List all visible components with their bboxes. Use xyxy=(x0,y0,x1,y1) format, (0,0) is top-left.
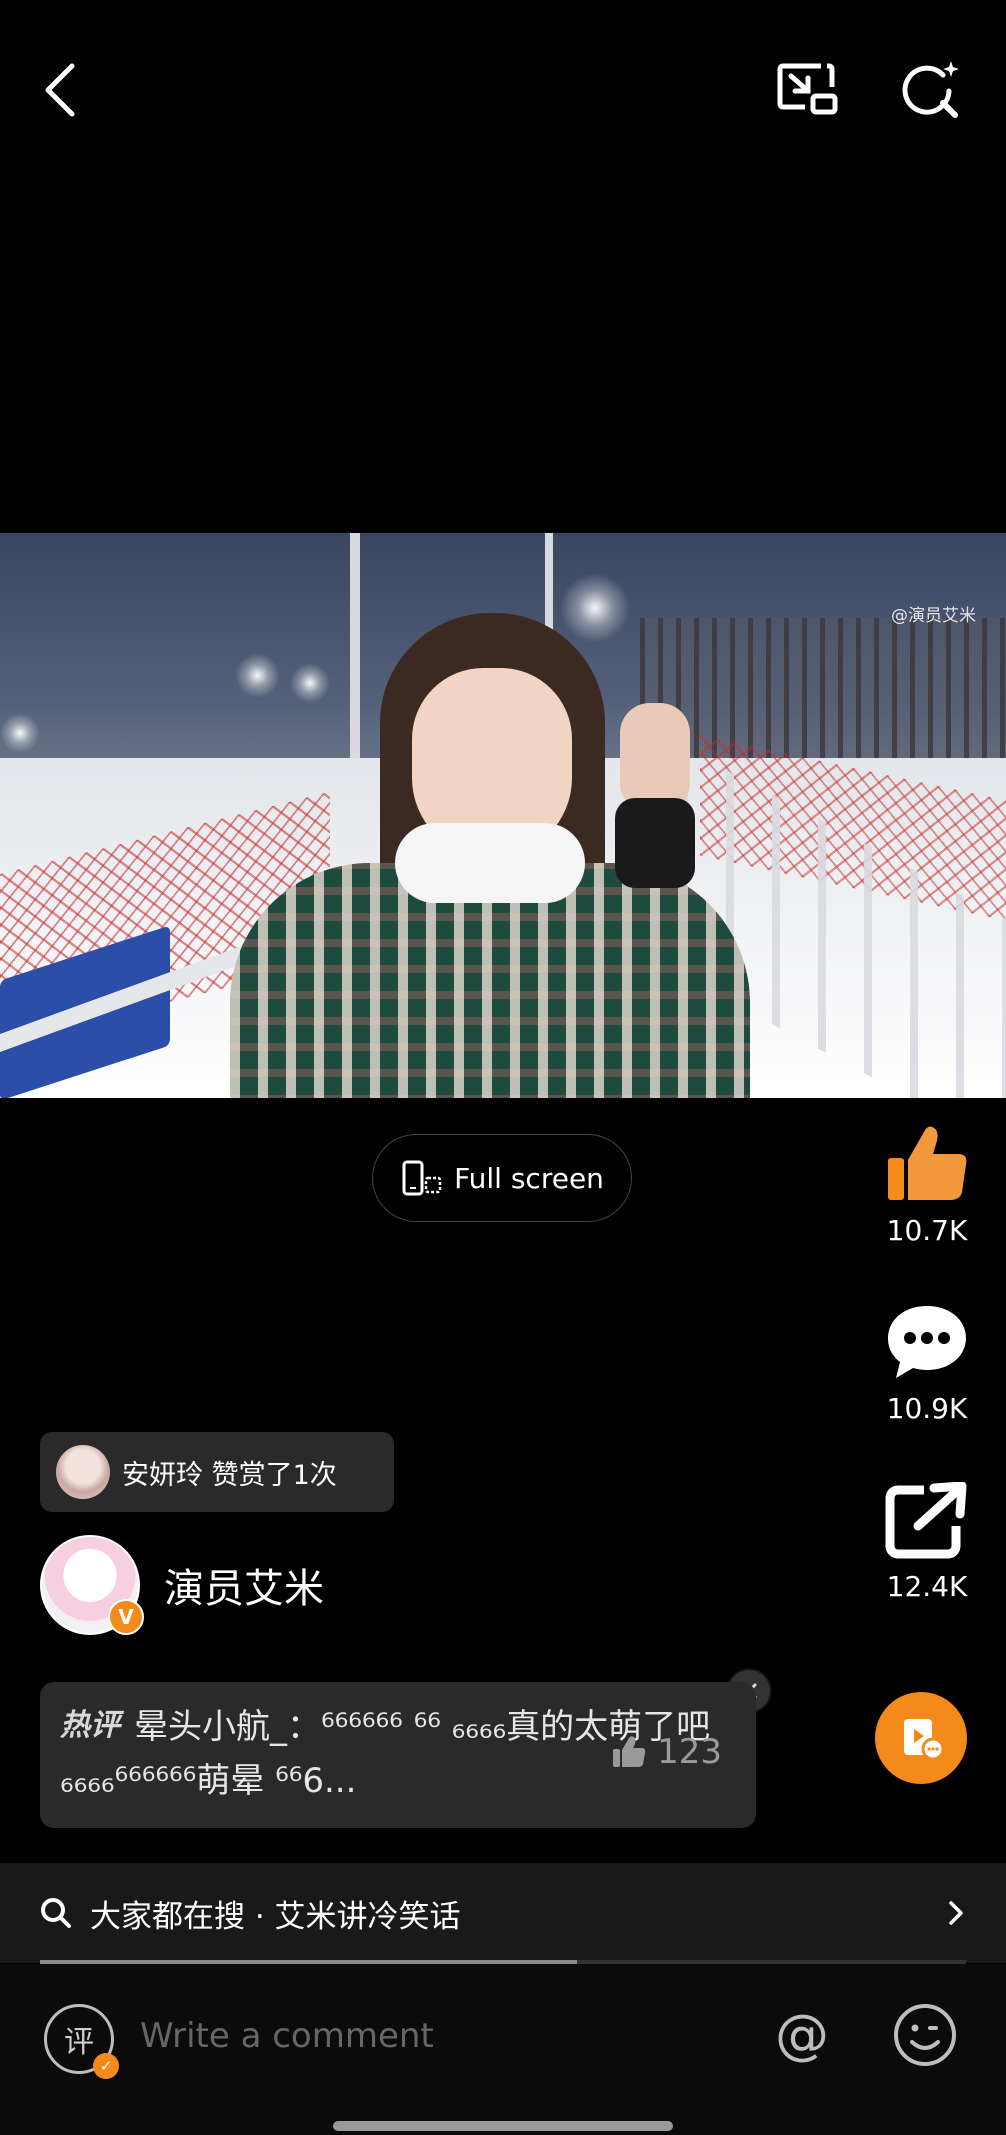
comment-mode-button[interactable]: 评 ✓ xyxy=(44,2004,119,2079)
hot-comment-tag: 热评 xyxy=(60,1708,120,1743)
share-count: 12.4K xyxy=(886,1570,968,1603)
video-subject xyxy=(230,613,750,1098)
back-icon xyxy=(45,63,75,117)
chat-bubble-icon xyxy=(888,1306,966,1378)
fullscreen-label: Full screen xyxy=(454,1161,604,1195)
emoji-button[interactable] xyxy=(892,2002,958,2068)
hot-comment-like[interactable]: 123 xyxy=(611,1732,722,1772)
mention-button[interactable]: @ xyxy=(770,2002,834,2066)
hot-comment-like-count: 123 xyxy=(657,1732,722,1772)
at-icon: @ xyxy=(775,2002,829,2066)
video-watermark: @演员艾米 xyxy=(891,606,976,626)
pip-icon xyxy=(777,63,838,115)
emoji-icon xyxy=(894,2004,956,2066)
home-indicator[interactable] xyxy=(333,2121,673,2131)
phone-rotate-icon xyxy=(402,1160,442,1196)
like-count: 10.7K xyxy=(886,1214,968,1247)
thumbs-up-icon xyxy=(613,1736,646,1767)
comment-input[interactable]: Write a comment xyxy=(140,2016,434,2056)
author-avatar[interactable]: V xyxy=(40,1535,144,1635)
back-button[interactable] xyxy=(20,50,100,130)
trending-search-bar[interactable]: 大家都在搜 · 艾米讲冷笑话 xyxy=(0,1863,1006,1963)
author-name[interactable]: 演员艾米 xyxy=(164,1556,324,1614)
gift-notice[interactable]: 安妍玲 赞赏了1次 xyxy=(40,1432,394,1512)
hot-comment-card[interactable]: 热评 晕头小航_：⁶⁶⁶⁶⁶⁶ ⁶⁶ ₆₆₆₆真的太萌了吧₆₆₆₆⁶⁶⁶⁶⁶⁶萌晕… xyxy=(40,1682,756,1828)
fullscreen-button[interactable]: Full screen xyxy=(372,1134,632,1222)
like-button[interactable]: 10.7K xyxy=(868,1122,986,1247)
ai-search-button[interactable] xyxy=(890,50,970,130)
check-icon: ✓ xyxy=(93,2053,119,2079)
author-row[interactable]: V 演员艾米 xyxy=(40,1535,324,1635)
share-button[interactable]: 12.4K xyxy=(868,1481,986,1603)
video-player[interactable]: @演员艾米 xyxy=(0,533,1006,1098)
search-icon xyxy=(41,1898,71,1928)
share-icon xyxy=(885,1481,967,1559)
trending-search-text: 大家都在搜 · 艾米讲冷笑话 xyxy=(90,1898,461,1935)
ai-search-icon xyxy=(902,61,959,118)
video-detail-page: @演员艾米 Full screen 10.7K 10.9K 12.4K 安妍玲 … xyxy=(0,0,1006,2135)
chevron-right-icon xyxy=(949,1901,963,1925)
comment-button[interactable]: 10.9K xyxy=(868,1302,986,1425)
verified-badge: V xyxy=(108,1599,144,1635)
hand xyxy=(620,703,690,813)
stadium-light xyxy=(0,713,40,753)
comment-count: 10.9K xyxy=(886,1392,968,1425)
pip-button[interactable] xyxy=(768,50,848,130)
gift-user-avatar xyxy=(56,1445,110,1499)
publish-icon xyxy=(904,1719,945,1761)
publish-video-button[interactable] xyxy=(875,1692,967,1784)
gift-text: 安妍玲 赞赏了1次 xyxy=(122,1459,337,1491)
glove xyxy=(615,798,695,888)
scarf xyxy=(395,823,585,903)
thumbs-up-icon xyxy=(888,1126,967,1200)
comment-bar: 评 ✓ Write a comment @ xyxy=(0,1964,1006,2135)
comment-mode-char: 评 xyxy=(64,2025,94,2060)
